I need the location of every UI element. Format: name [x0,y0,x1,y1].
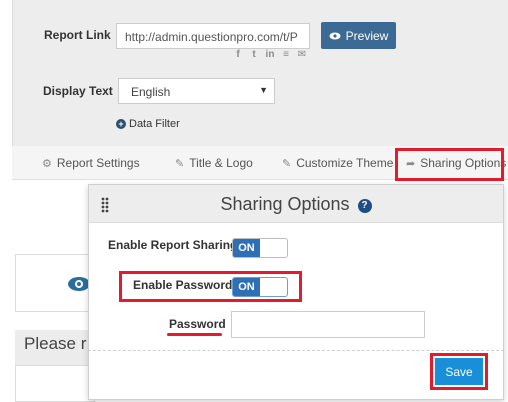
report-settings-panel [12,0,508,146]
toggle-on-label: ON [233,239,260,257]
edit-icon: ✎ [282,157,292,170]
tab-customize-theme[interactable]: ✎ Customize Theme [282,146,393,180]
social-share-icons: f t in ≡ ✉ [233,50,307,60]
save-button[interactable]: Save [435,358,483,385]
linkedin-icon[interactable]: in [265,50,275,60]
share-icon[interactable]: ≡ [281,50,291,60]
help-icon[interactable]: ? [357,199,372,213]
data-filter-link[interactable]: + Data Filter [116,118,180,130]
report-link-field[interactable]: http://admin.questionpro.com/t/P [116,23,310,49]
data-filter-label: Data Filter [129,118,180,130]
sharing-tab-highlight [395,148,504,181]
modal-footer-divider [88,350,504,351]
password-input[interactable] [231,311,425,338]
toggle-on-label: ON [233,278,260,296]
modal-title-text: Sharing Options [220,194,350,214]
gears-icon: ⚙ [42,157,52,170]
plus-circle-icon: + [116,119,126,129]
facebook-icon[interactable]: f [233,50,243,60]
report-sharing-toggle[interactable]: ON [232,238,288,258]
tab-report-settings[interactable]: ⚙ Report Settings [42,146,140,180]
tab-label: Report Settings [56,156,140,170]
twitter-icon[interactable]: t [249,50,259,60]
edit-icon: ✎ [175,157,185,170]
display-text-value: English [131,85,171,99]
display-text-select[interactable]: English ▼ [118,78,275,104]
password-label: Password [169,317,226,331]
tab-label: Customize Theme [296,156,394,170]
report-link-label: Report Link [44,28,111,42]
enable-password-label: Enable Password [133,278,233,292]
password-toggle[interactable]: ON [232,277,288,297]
password-label-underline [167,333,222,336]
preview-button[interactable]: Preview [321,22,396,49]
message-text: Please r [24,334,87,353]
modal-header: Sharing Options ? [89,185,503,223]
eye-icon [329,32,341,39]
email-icon[interactable]: ✉ [297,50,307,60]
tab-label: Title & Logo [189,156,253,170]
enable-report-sharing-label: Enable Report Sharing [108,238,238,252]
caret-down-icon: ▼ [259,85,268,95]
tab-title-logo[interactable]: ✎ Title & Logo [175,146,253,180]
display-text-label: Display Text [43,84,113,98]
modal-title: Sharing Options ? [89,194,503,215]
preview-label: Preview [345,28,389,43]
